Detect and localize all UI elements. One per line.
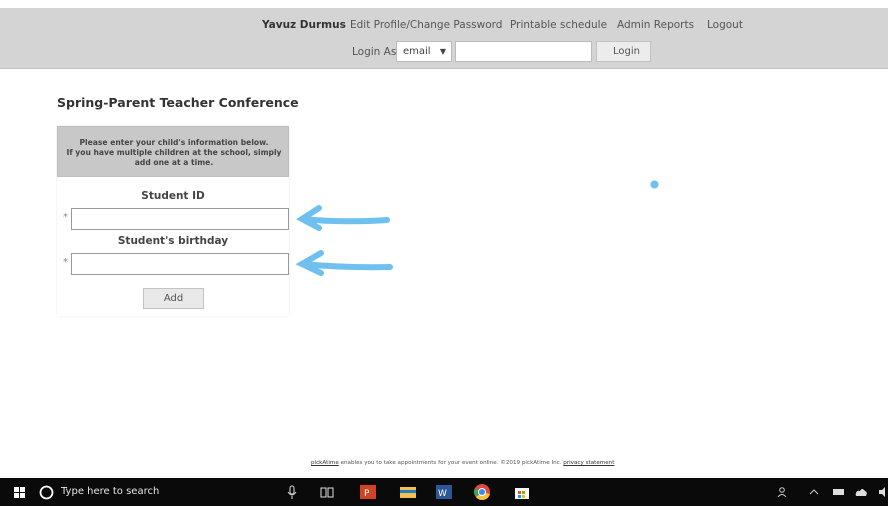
top-header: Yavuz Durmus Edit Profile/Change Passwor… <box>0 8 888 69</box>
task-view-icon[interactable] <box>320 486 334 499</box>
chevron-up-icon[interactable] <box>808 487 820 497</box>
instructions: Please enter your child's information be… <box>54 138 294 168</box>
login-type-select[interactable]: email ▼ <box>396 41 452 62</box>
user-name: Yavuz Durmus <box>262 19 346 31</box>
instruction-line: add one at a time. <box>134 158 214 167</box>
login-button[interactable]: Login <box>596 41 651 62</box>
nav-row: Yavuz Durmus Edit Profile/Change Passwor… <box>0 19 888 39</box>
footer-text: enables you to take appointments for you… <box>338 460 564 466</box>
file-explorer-icon[interactable] <box>398 482 418 502</box>
cortana-circle-icon[interactable] <box>39 485 54 500</box>
nav-printable-schedule-link[interactable]: Printable schedule <box>510 19 607 31</box>
login-as-label: Login As: <box>352 46 400 58</box>
instruction-line: Please enter your child's information be… <box>79 138 269 147</box>
annotation-dot <box>650 180 659 189</box>
student-id-label: Student ID <box>141 190 205 202</box>
nav-admin-reports-link[interactable]: Admin Reports <box>617 19 694 31</box>
powerpoint-icon[interactable]: P <box>358 482 378 502</box>
login-as-input[interactable] <box>455 41 592 62</box>
people-icon[interactable] <box>777 486 791 499</box>
pickatime-link[interactable]: pickAtime <box>311 460 339 466</box>
svg-text:P: P <box>364 489 370 499</box>
cloud-icon[interactable] <box>854 486 868 498</box>
footer: pickAtime enables you to take appointmen… <box>311 460 614 466</box>
page-title: Spring-Parent Teacher Conference <box>57 95 299 110</box>
instruction-line: If you have multiple children at the sch… <box>66 148 282 157</box>
taskbar-search-box[interactable]: Type here to search <box>61 486 159 497</box>
student-birthday-label: Student's birthday <box>117 235 229 247</box>
login-type-value: email <box>403 46 431 57</box>
svg-text:W: W <box>438 489 447 499</box>
student-id-input[interactable] <box>71 208 289 230</box>
student-birthday-input[interactable] <box>71 253 289 275</box>
store-icon[interactable] <box>512 482 532 502</box>
panel-header: Please enter your child's information be… <box>57 126 289 177</box>
windows-taskbar: Type here to search P W <box>0 478 888 506</box>
login-as-row: Login As: email ▼ Login <box>0 40 888 66</box>
annotation-arrows <box>295 205 393 276</box>
nav-logout-link[interactable]: Logout <box>707 19 743 31</box>
arrow-shaft <box>299 216 390 225</box>
required-marker: * <box>63 257 68 268</box>
battery-icon[interactable] <box>832 487 846 497</box>
word-icon[interactable]: W <box>434 482 454 502</box>
windows-start-icon[interactable] <box>14 487 25 498</box>
arrow-shaft <box>299 261 393 271</box>
speaker-icon[interactable] <box>878 486 888 498</box>
required-marker: * <box>63 212 68 223</box>
dropdown-caret-icon: ▼ <box>439 47 446 56</box>
chrome-icon[interactable] <box>472 482 492 502</box>
privacy-statement-link[interactable]: privacy statement <box>563 460 614 466</box>
nav-edit-profile-link[interactable]: Edit Profile/Change Password <box>350 19 502 31</box>
add-button[interactable]: Add <box>143 288 204 309</box>
microphone-icon[interactable] <box>287 485 297 500</box>
child-info-panel: Please enter your child's information be… <box>57 126 289 316</box>
